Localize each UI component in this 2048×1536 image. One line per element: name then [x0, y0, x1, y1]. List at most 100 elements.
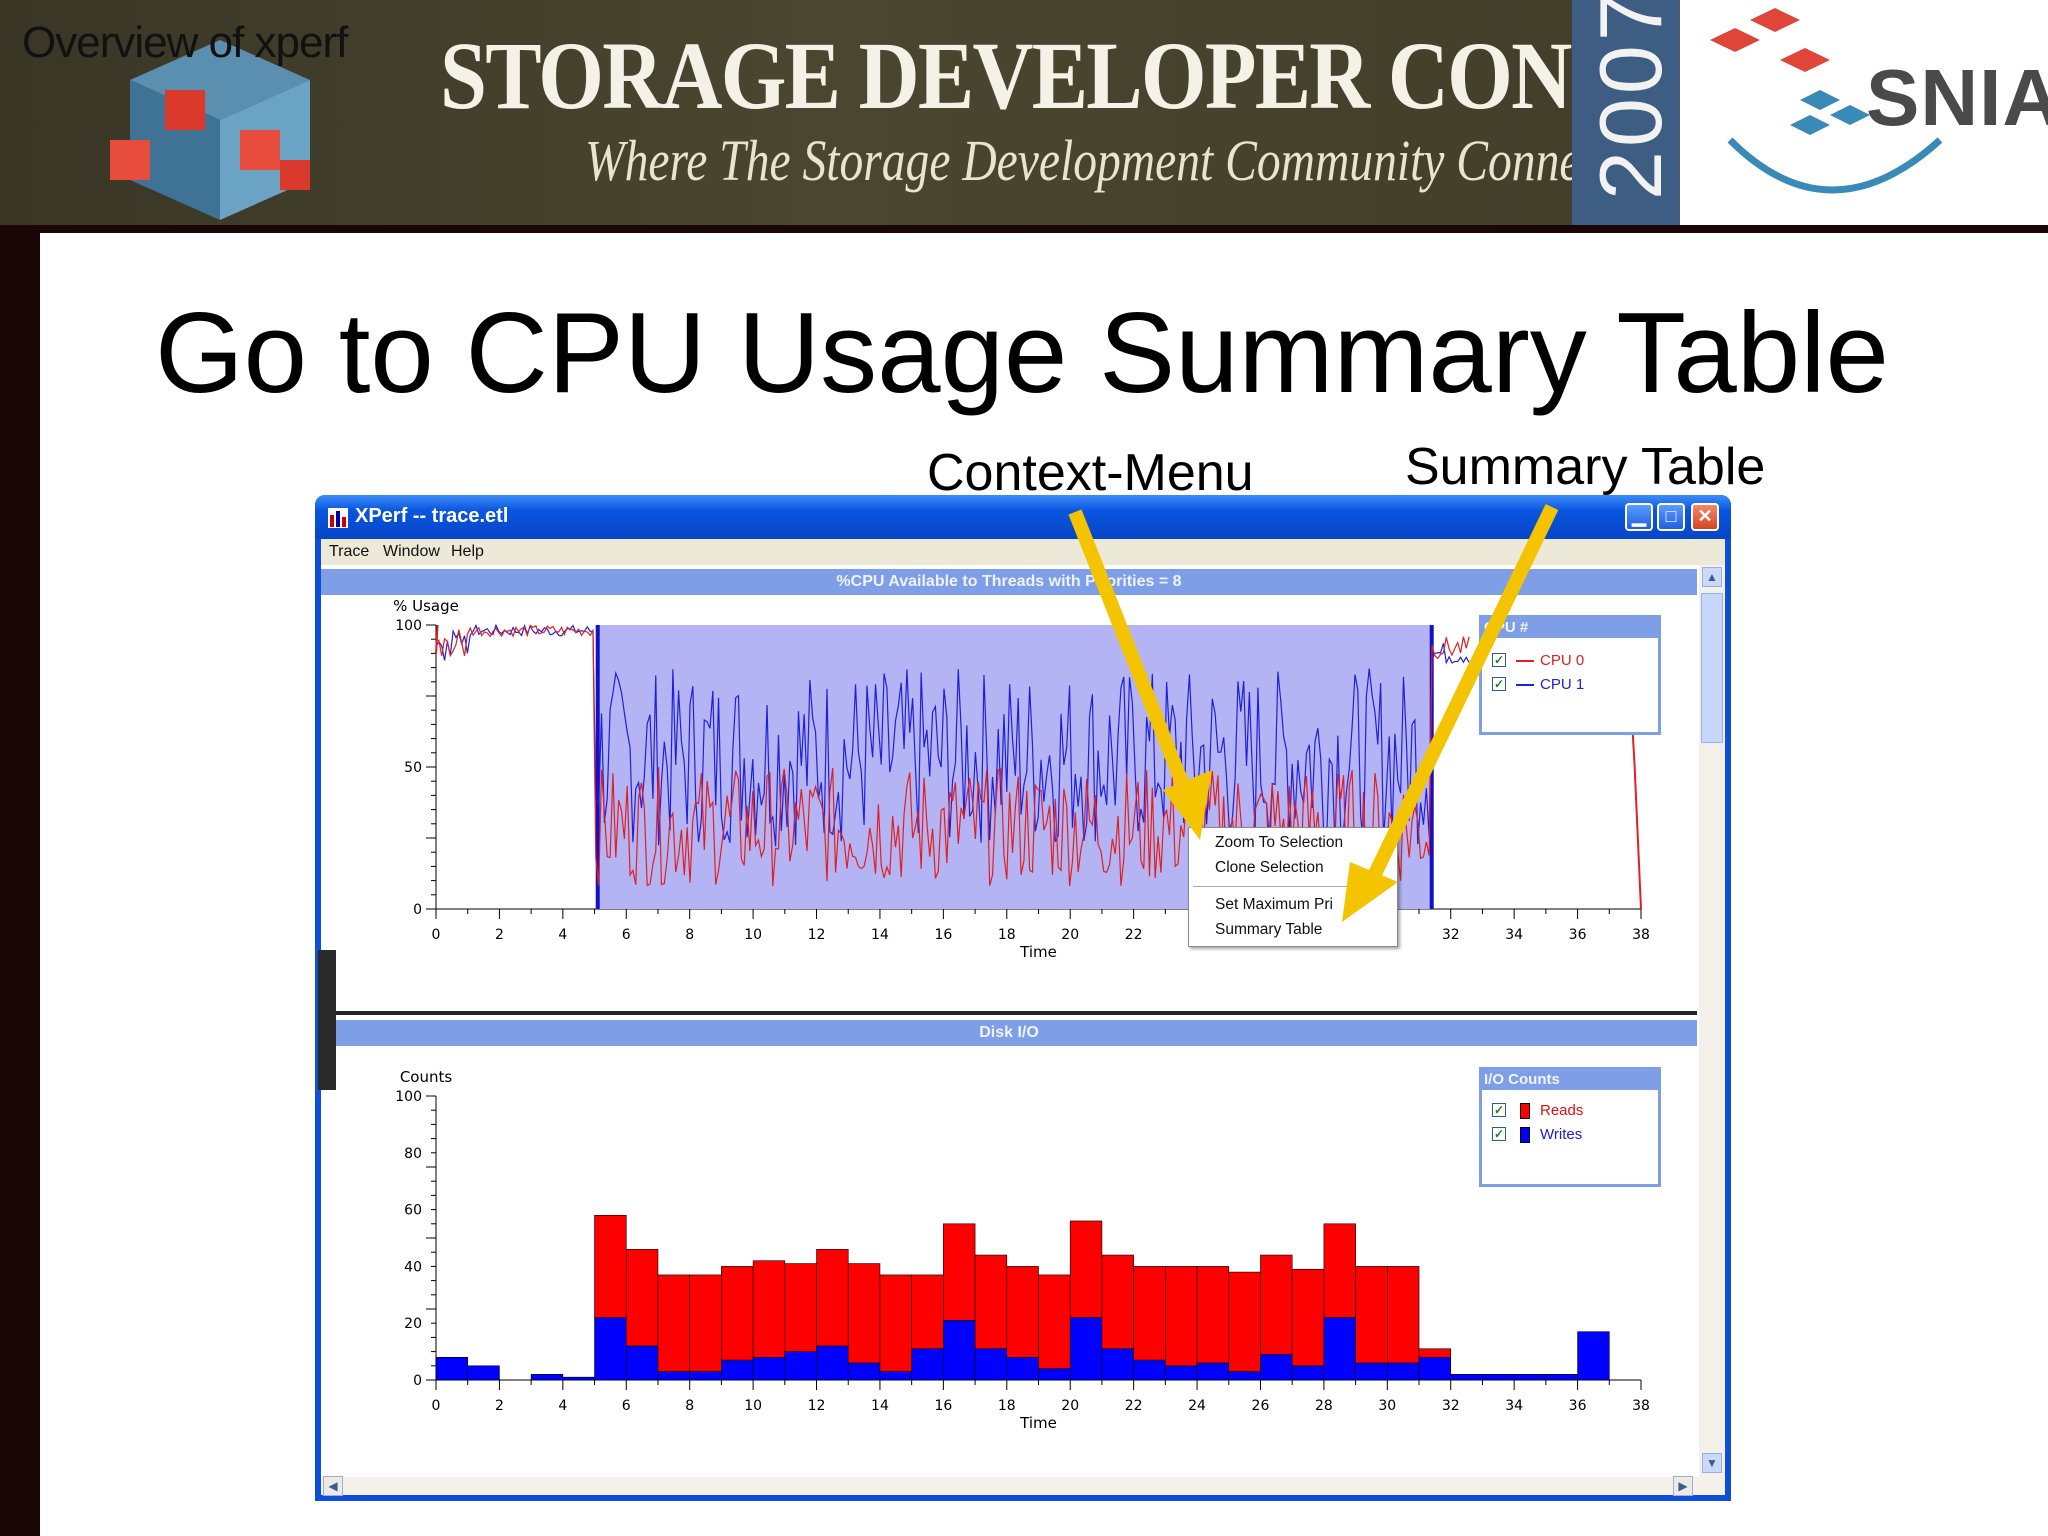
cpu1-checkbox[interactable]: ✓	[1492, 677, 1506, 691]
reads-bar	[657, 1274, 690, 1372]
y-tick-label: 40	[404, 1259, 422, 1275]
scroll-down-button[interactable]: ▼	[1702, 1453, 1722, 1473]
cpu-pane-header: %CPU Available to Threads with Prioritie…	[321, 569, 1697, 595]
cpu0-line-swatch	[1516, 660, 1534, 662]
writes-bar	[974, 1348, 1008, 1381]
reads-bar	[784, 1263, 817, 1352]
y-tick-label: 50	[404, 760, 422, 776]
menu-window[interactable]: Window	[383, 543, 440, 561]
writes-bar	[1291, 1365, 1325, 1381]
horizontal-scrollbar[interactable]: ◀ ▶	[321, 1476, 1725, 1496]
reads-bar	[816, 1249, 849, 1347]
minimize-button[interactable]: ▁	[1625, 503, 1653, 531]
scroll-up-button[interactable]: ▲	[1702, 567, 1722, 587]
x-tick-label: 24	[1188, 1398, 1206, 1414]
scroll-right-button[interactable]: ▶	[1673, 1476, 1693, 1496]
x-axis-title: Time	[1019, 943, 1057, 961]
writes-bar	[1038, 1368, 1071, 1381]
reads-bar	[752, 1260, 786, 1358]
y-axis-title: Counts	[400, 1068, 453, 1086]
y-tick-label: 60	[404, 1203, 422, 1219]
writes-bar	[1450, 1374, 1483, 1381]
x-tick-label: 22	[1125, 1398, 1143, 1414]
reads-bar	[1133, 1266, 1166, 1361]
writes-bar	[1482, 1374, 1515, 1381]
menu-help[interactable]: Help	[451, 543, 484, 561]
menu-clone-selection[interactable]: Clone Selection	[1215, 859, 1324, 877]
reads-bar	[1196, 1266, 1230, 1364]
x-tick-label: 18	[998, 927, 1016, 943]
xperf-window: XPerf -- trace.etl ▁ □ ✕ Trace Window He…	[315, 495, 1731, 1501]
menu-zoom-to-selection[interactable]: Zoom To Selection	[1215, 834, 1343, 852]
x-tick-label: 14	[871, 1398, 889, 1414]
reads-label: Reads	[1540, 1102, 1584, 1119]
x-tick-label: 2	[495, 927, 504, 943]
x-tick-label: 28	[1315, 1398, 1333, 1414]
menu-summary-table[interactable]: Summary Table	[1215, 921, 1322, 939]
reads-bar	[879, 1274, 912, 1372]
writes-bar	[1513, 1374, 1547, 1381]
maximize-button[interactable]: □	[1657, 503, 1685, 531]
writes-bar	[1260, 1354, 1293, 1381]
x-tick-label: 26	[1252, 1398, 1270, 1414]
writes-bar-swatch	[1520, 1127, 1530, 1143]
cpu1-label: CPU 1	[1540, 676, 1585, 693]
x-tick-label: 30	[1378, 1398, 1396, 1414]
reads-checkbox[interactable]: ✓	[1492, 1103, 1506, 1117]
x-axis-title: Time	[1019, 1414, 1057, 1432]
cpu0-label: CPU 0	[1540, 652, 1585, 669]
x-tick-label: 36	[1569, 1398, 1587, 1414]
menu-set-maximum-priority[interactable]: Set Maximum Pri	[1215, 896, 1333, 914]
reads-bar	[1260, 1254, 1293, 1355]
x-tick-label: 32	[1442, 927, 1460, 943]
scroll-thumb[interactable]	[1701, 593, 1723, 743]
writes-bar	[1069, 1317, 1103, 1381]
x-tick-label: 14	[871, 927, 889, 943]
vertical-scrollbar[interactable]: ▲ ▼	[1699, 565, 1725, 1477]
io-legend-title: I/O Counts	[1482, 1070, 1658, 1090]
writes-bar	[530, 1374, 564, 1381]
x-tick-label: 8	[685, 927, 694, 943]
y-tick-label: 100	[395, 1089, 422, 1105]
y-tick-label: 100	[395, 618, 422, 634]
x-tick-label: 12	[808, 1398, 826, 1414]
x-tick-label: 10	[744, 1398, 762, 1414]
writes-bar	[657, 1371, 690, 1381]
writes-bar	[1133, 1359, 1166, 1381]
menu-trace[interactable]: Trace	[329, 543, 369, 561]
reads-bar	[1387, 1266, 1420, 1364]
writes-bar	[911, 1348, 944, 1381]
cpu0-end-drop	[1630, 710, 1642, 910]
x-tick-label: 6	[622, 1398, 631, 1414]
writes-checkbox[interactable]: ✓	[1492, 1127, 1506, 1141]
y-tick-label: 0	[413, 902, 422, 918]
reads-bar	[1418, 1348, 1452, 1358]
writes-bar	[1323, 1317, 1356, 1381]
writes-bar	[1577, 1331, 1610, 1381]
x-tick-label: 16	[934, 927, 952, 943]
window-titlebar[interactable]: XPerf -- trace.etl ▁ □ ✕	[315, 495, 1731, 539]
reads-bar	[943, 1223, 976, 1321]
cpu1-line-swatch	[1516, 684, 1534, 686]
reads-bar	[974, 1254, 1008, 1350]
writes-bar	[879, 1371, 912, 1381]
scroll-left-button[interactable]: ◀	[323, 1476, 343, 1496]
writes-bar	[816, 1345, 849, 1381]
window-title: XPerf -- trace.etl	[355, 505, 509, 527]
snia-text: SNIA	[1866, 53, 2048, 142]
y-tick-label: 0	[413, 1373, 422, 1389]
writes-label: Writes	[1540, 1126, 1583, 1143]
x-tick-label: 2	[495, 1398, 504, 1414]
xperf-app-icon	[328, 508, 348, 528]
reads-bar	[911, 1274, 944, 1350]
close-button[interactable]: ✕	[1691, 503, 1719, 531]
reads-bar	[1101, 1254, 1134, 1350]
cpu0-checkbox[interactable]: ✓	[1492, 653, 1506, 667]
reads-bar	[1355, 1266, 1388, 1364]
x-tick-label: 18	[998, 1398, 1016, 1414]
writes-bar	[1006, 1356, 1039, 1381]
slide-corner-title: Overview of xperf	[22, 18, 348, 67]
writes-bar	[721, 1359, 754, 1381]
context-menu: Zoom To Selection Clone Selection Set Ma…	[1188, 827, 1398, 947]
side-splitter-tab[interactable]	[318, 950, 336, 1090]
